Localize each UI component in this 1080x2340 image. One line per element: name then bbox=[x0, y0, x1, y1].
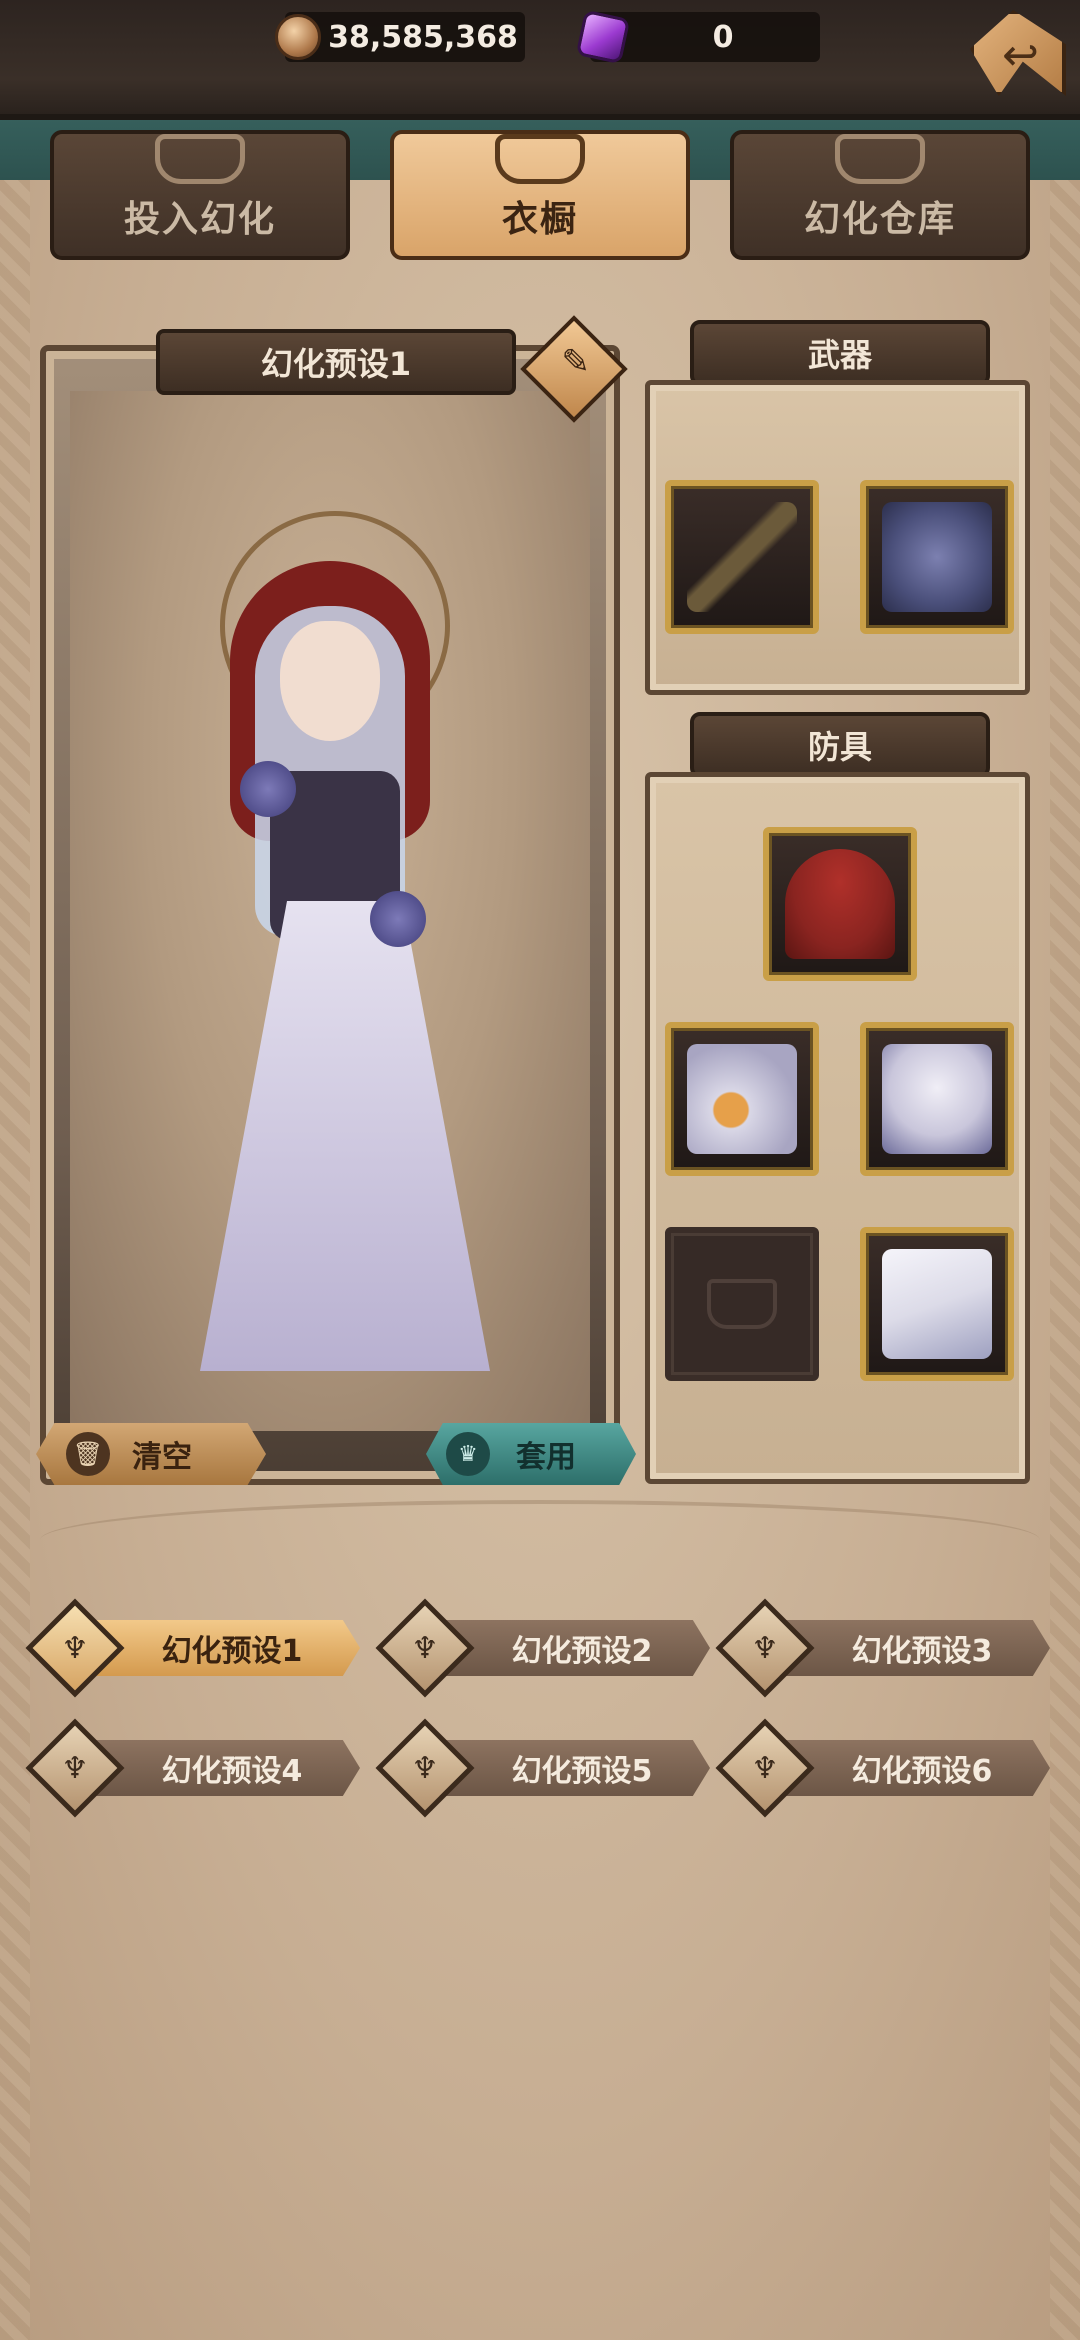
decorative-arch bbox=[40, 1500, 1040, 1580]
shield-icon bbox=[882, 502, 992, 612]
current-preset-title: 幻化预设1 bbox=[156, 329, 516, 395]
robe-icon: ♆ bbox=[25, 1718, 125, 1818]
tab-bar: 投入幻化 衣橱 幻化仓库 bbox=[40, 130, 1040, 260]
preset-button-6[interactable]: ♆ 幻化预设6 bbox=[715, 1718, 1050, 1818]
armor-slot-pants-empty[interactable] bbox=[665, 1227, 819, 1381]
apply-button[interactable]: ♛ 套用 bbox=[426, 1423, 636, 1485]
character-preview-panel: 幻化预设1 ✎ 🗑 清空 ♛ 套用 bbox=[36, 315, 636, 1485]
weapons-panel bbox=[645, 380, 1030, 695]
armor-slot-boots[interactable] bbox=[860, 1227, 1014, 1381]
apply-label: 套用 bbox=[516, 1440, 576, 1475]
armor-panel bbox=[645, 772, 1030, 1484]
weapon-slot-1[interactable] bbox=[665, 480, 819, 634]
armor-icon bbox=[495, 134, 585, 184]
cabinet-icon bbox=[835, 134, 925, 184]
tab-label: 幻化仓库 bbox=[803, 199, 956, 240]
clear-label: 清空 bbox=[132, 1440, 192, 1475]
quill-icon: ✎ bbox=[561, 342, 590, 383]
preset-button-2[interactable]: ♆ 幻化预设2 bbox=[375, 1598, 710, 1698]
weapons-header: 武器 bbox=[690, 320, 990, 386]
character-dress bbox=[200, 901, 490, 1371]
character-display bbox=[70, 391, 590, 1431]
robe-icon: ♆ bbox=[715, 1718, 815, 1818]
clear-button[interactable]: 🗑 清空 bbox=[36, 1423, 266, 1485]
flower-ornament bbox=[240, 761, 296, 817]
tab-label: 投入幻化 bbox=[123, 199, 276, 240]
armor-slot-cape[interactable] bbox=[763, 827, 917, 981]
robe-icon: ♆ bbox=[375, 1718, 475, 1818]
robe-icon: ♆ bbox=[375, 1598, 475, 1698]
coin-icon bbox=[275, 14, 321, 60]
robe-icon: ♆ bbox=[715, 1598, 815, 1698]
preset-row-1: ♆ 幻化预设1 ♆ 幻化预设2 ♆ 幻化预设3 bbox=[25, 1598, 1050, 1698]
trash-icon: 🗑 bbox=[66, 1432, 110, 1476]
pants-slot-empty-icon bbox=[707, 1279, 777, 1329]
gloves-icon bbox=[687, 1044, 797, 1154]
crown-icon: ♛ bbox=[446, 1432, 490, 1476]
flower-staff-icon bbox=[687, 502, 797, 612]
robe-icon: ♆ bbox=[25, 1598, 125, 1698]
preset-row-2: ♆ 幻化预设4 ♆ 幻化预设5 ♆ 幻化预设6 bbox=[25, 1718, 1050, 1818]
tab-label: 衣橱 bbox=[501, 199, 578, 240]
right-border-pattern bbox=[1050, 0, 1080, 2340]
coin-amount: 38,585,368 bbox=[328, 19, 518, 55]
preset-button-5[interactable]: ♆ 幻化预设5 bbox=[375, 1718, 710, 1818]
mask-icon bbox=[155, 134, 245, 184]
character-model bbox=[130, 471, 550, 1391]
preset-button-1[interactable]: ♆ 幻化预设1 bbox=[25, 1598, 360, 1698]
left-border-pattern bbox=[0, 0, 30, 2340]
armor-slot-gloves[interactable] bbox=[665, 1022, 819, 1176]
coin-counter: 38,585,368 bbox=[275, 12, 525, 62]
preset-button-4[interactable]: ♆ 幻化预设4 bbox=[25, 1718, 360, 1818]
gem-icon bbox=[575, 9, 631, 65]
gem-amount: 0 bbox=[712, 19, 734, 55]
boots-icon bbox=[882, 1249, 992, 1359]
chest-armor-icon bbox=[882, 1044, 992, 1154]
armor-header: 防具 bbox=[690, 712, 990, 778]
character-face bbox=[280, 621, 380, 741]
top-bar bbox=[0, 0, 1080, 120]
tab-invest-transmog[interactable]: 投入幻化 bbox=[50, 130, 350, 260]
armor-slot-chest[interactable] bbox=[860, 1022, 1014, 1176]
flower-ornament bbox=[370, 891, 426, 947]
gem-counter: 0 bbox=[575, 9, 820, 65]
preset-button-3[interactable]: ♆ 幻化预设3 bbox=[715, 1598, 1050, 1698]
tab-transmog-storage[interactable]: 幻化仓库 bbox=[730, 130, 1030, 260]
red-cape-icon bbox=[785, 849, 895, 959]
weapon-slot-2[interactable] bbox=[860, 480, 1014, 634]
tab-wardrobe[interactable]: 衣橱 bbox=[390, 130, 690, 260]
